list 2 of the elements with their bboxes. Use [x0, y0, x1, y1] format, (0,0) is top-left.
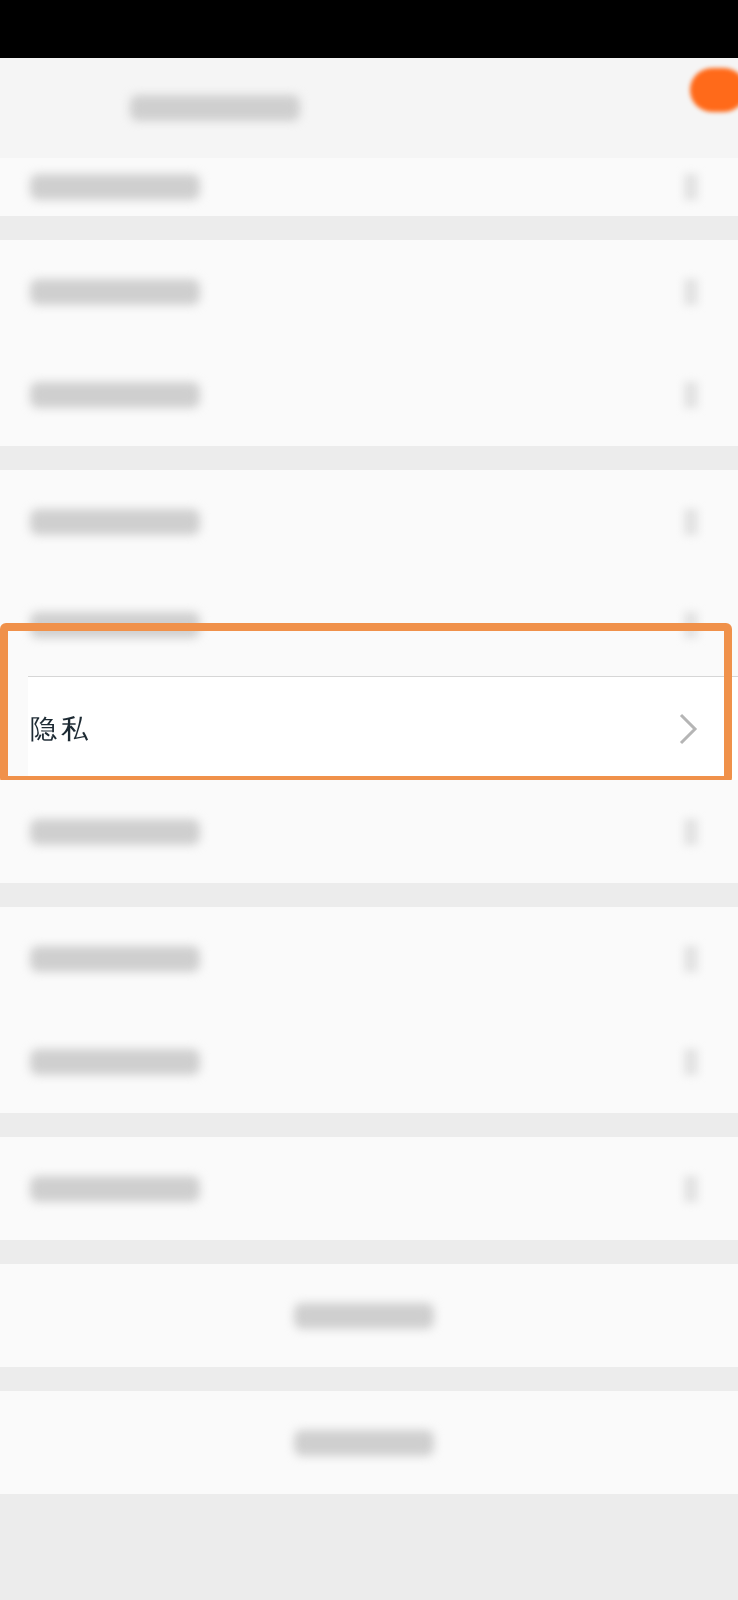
- chevron-icon: [678, 711, 698, 746]
- row-label[interactable]: 隐私: [30, 710, 92, 747]
